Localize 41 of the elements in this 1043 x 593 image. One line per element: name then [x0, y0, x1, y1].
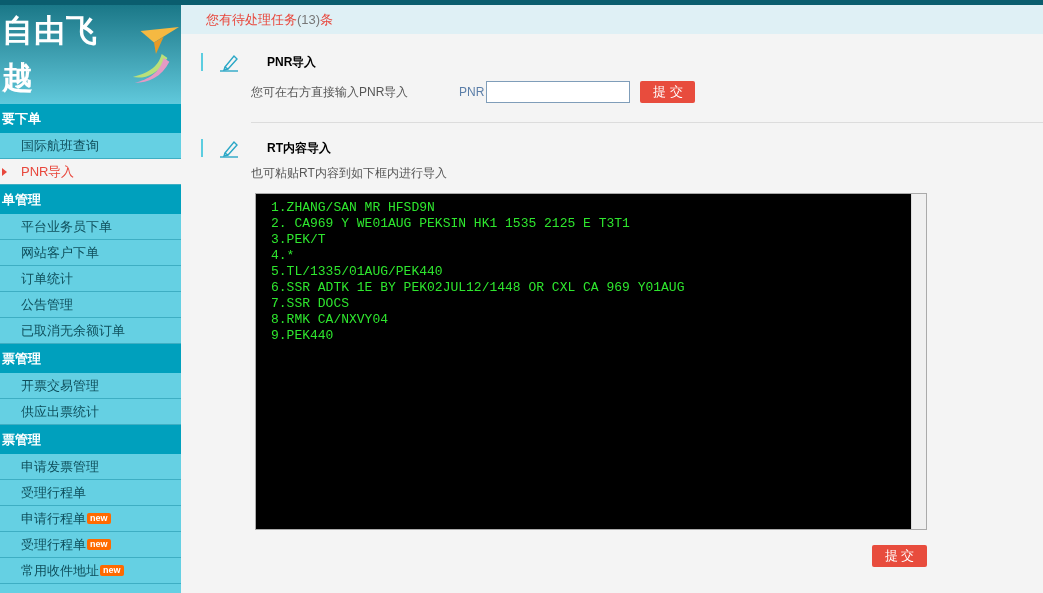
field-label: PNR — [459, 84, 485, 101]
pending-task-notice[interactable]: 您有待处理任务(13)条 — [206, 9, 334, 30]
section-hint: 也可粘贴RT内容到如下框内进行导入 — [251, 165, 448, 182]
sidebar-item[interactable]: 申请发票管理 — [0, 454, 181, 480]
rt-text-line: 1.ZHANG/SAN MR HFSD9N — [271, 200, 436, 216]
new-badge: new — [87, 539, 111, 550]
pnr-input-field[interactable] — [486, 81, 631, 103]
triangle-icon — [2, 168, 7, 176]
sidebar-item[interactable]: 常用收件地址 new — [0, 558, 181, 584]
section-title: PNR导入 — [267, 54, 317, 71]
sidebar-section-header[interactable]: 单管理 — [0, 185, 181, 214]
rt-text-line: 8.RMK CA/NXVY04 — [271, 312, 390, 328]
sidebar-item[interactable]: 订单统计 — [0, 266, 181, 292]
sidebar-item[interactable]: 开票交易管理 — [0, 373, 181, 399]
rt-text-line: 7.SSR DOCS — [271, 296, 350, 312]
rt-text-line: 3.PEK/T — [271, 232, 327, 248]
rt-text-line: 5.TL/1335/01AUG/PEK440 — [271, 264, 444, 280]
sidebar-item[interactable]: 受理行程单 new — [0, 532, 181, 558]
rt-text-area[interactable]: 1.ZHANG/SAN MR HFSD9N 2. CA969 Y WE01AUG PEKSIN HK1 1535 2125 E T3T1 3.PEK/T 4.* 5.TL/1335/01AUG/PEK440 6.SSR ADTK 1E BY PEK02JUL12/1448 OR CXL CA 969 Y01AUG 7.SSR DOCS 8.RMK CA/NXVY04 9.PEK440 — [255, 193, 927, 530]
pencil-icon — [219, 138, 239, 158]
rt-text-line: 9.PEK440 — [271, 328, 335, 344]
sidebar-item[interactable]: 网站客户下单 — [0, 240, 181, 266]
submit-button[interactable]: 提 交 — [872, 545, 927, 567]
sidebar-section-header[interactable]: 票管理 — [0, 425, 181, 454]
rt-text-line: 2. CA969 Y WE01AUG PEKSIN HK1 1535 2125 E T3T1 — [271, 216, 631, 232]
sidebar-item[interactable]: 公告管理 — [0, 292, 181, 318]
new-badge: new — [87, 513, 111, 524]
pencil-icon — [219, 52, 239, 72]
sidebar-item[interactable]: PNR导入 — [0, 159, 181, 185]
rt-text-line: 4.* — [271, 248, 296, 264]
logo-text: 自由飞越 — [2, 12, 99, 97]
sidebar-section-header[interactable]: 票管理 — [0, 344, 181, 373]
sidebar-section-header[interactable]: 要下单 — [0, 104, 181, 133]
sidebar-item[interactable]: 受理行程单 — [0, 480, 181, 506]
submit-button[interactable]: 提 交 — [640, 81, 696, 103]
sidebar-item[interactable]: 平台业务员下单 — [0, 214, 181, 240]
rt-text-line: 6.SSR ADTK 1E BY PEK02JUL12/1448 OR CXL CA 969 Y01AUG — [271, 280, 686, 296]
section-title: RT内容导入 — [267, 140, 331, 157]
sidebar-item[interactable]: 申请行程单 new — [0, 506, 181, 532]
new-badge: new — [100, 565, 124, 576]
section-hint: 您可在右方直接输入PNR导入 — [251, 84, 410, 101]
